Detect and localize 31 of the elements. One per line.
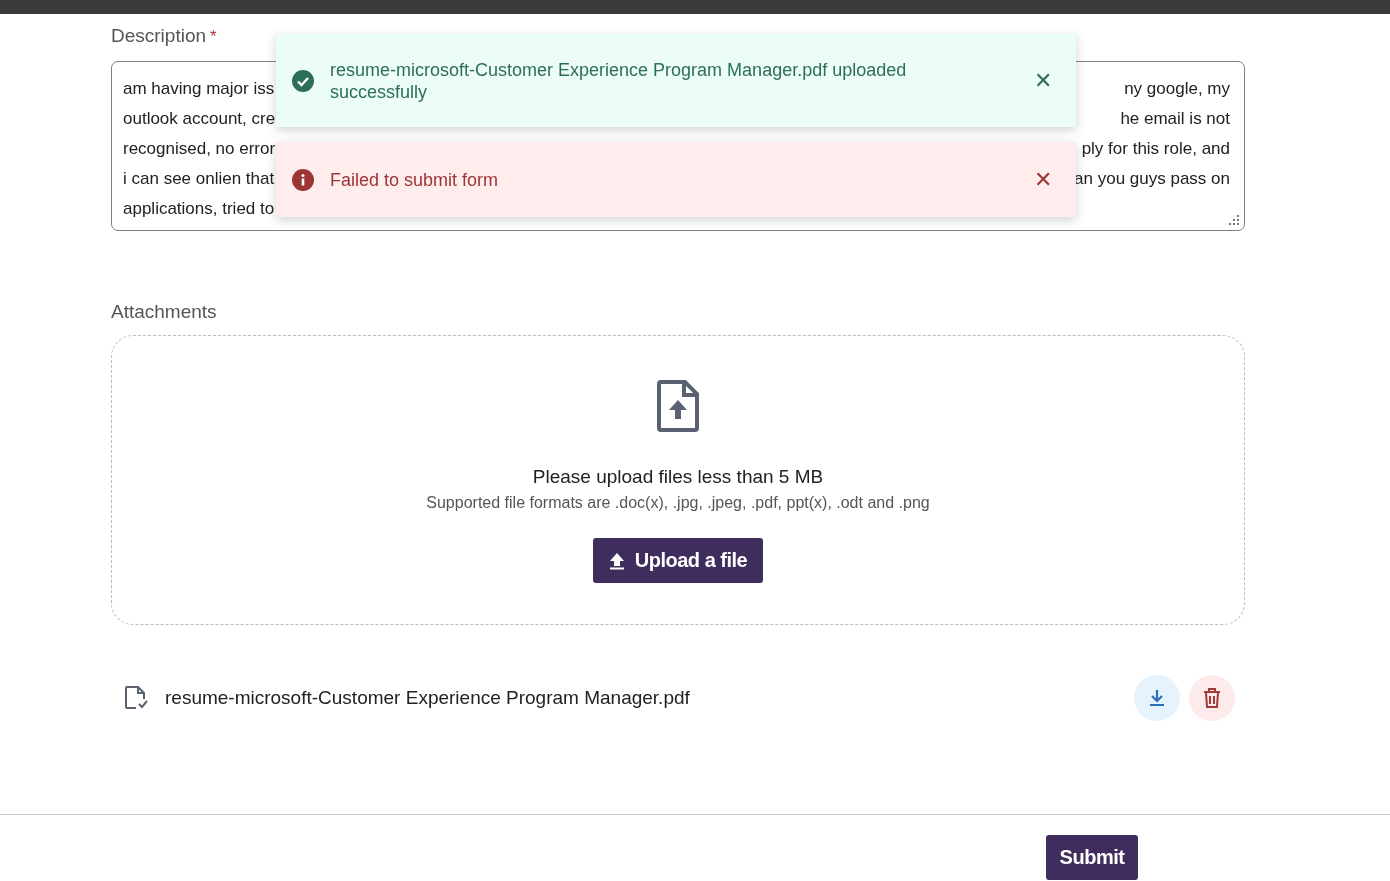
drop-zone[interactable]: Please upload files less than 5 MB Supported file formats are .doc(x), .jpg, .jpeg, .pdf, ppt(x), .odt and .png Upload a file (111, 335, 1245, 625)
submit-button[interactable]: Submit (1046, 835, 1138, 880)
download-button[interactable] (1134, 675, 1180, 721)
text-line: outlook account, cre (123, 108, 276, 130)
toast-message: Failed to submit form (330, 168, 500, 191)
download-icon (1148, 688, 1166, 708)
upload-button[interactable]: Upload a file (592, 538, 764, 583)
toast-message: resume-microsoft-Customer Experience Program Manager.pdf uploaded successfully (330, 58, 908, 103)
file-upload-icon (657, 380, 699, 432)
field-label: Description (111, 25, 207, 47)
formats-note: Supported file formats are .doc(x), .jpg, .jpeg, .pdf, ppt(x), .odt and .png (426, 494, 930, 512)
text-line: applications, tried to (123, 198, 275, 220)
delete-button[interactable] (1189, 675, 1235, 721)
text-line: he email is not (1120, 108, 1230, 130)
file-check-icon (123, 685, 149, 711)
required-mark: * (210, 27, 217, 47)
text-line: i can see onlien that (123, 168, 275, 190)
upload-hint: Please upload files less than 5 MB (532, 466, 824, 488)
check-circle-icon (292, 69, 314, 92)
trash-icon (1203, 688, 1221, 708)
info-circle-icon (292, 168, 314, 191)
resize-grip-icon[interactable] (1229, 215, 1239, 225)
section-label: Attachments (111, 301, 218, 323)
text-line: am having major iss (123, 78, 275, 100)
close-button[interactable]: ✕ (1034, 166, 1052, 193)
upload-icon (608, 551, 625, 570)
file-name: resume-microsoft-Customer Experience Program Manager.pdf (165, 687, 690, 709)
text-line: ny google, my (1124, 78, 1230, 100)
text-line: ply for this role, and (1081, 138, 1230, 160)
close-button[interactable]: ✕ (1034, 67, 1052, 94)
text-line: recognised, no error (123, 138, 276, 160)
